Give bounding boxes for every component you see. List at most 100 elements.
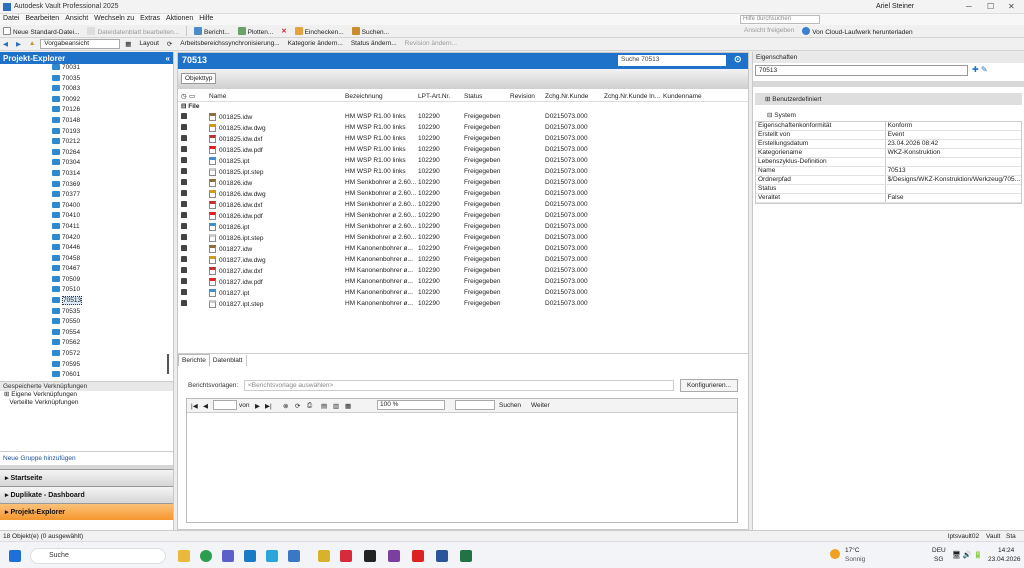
tree-folder[interactable]: 70572	[0, 350, 173, 361]
menu-ansicht[interactable]: Ansicht	[62, 14, 91, 23]
page-setup-icon[interactable]: ▥	[333, 402, 339, 410]
view-release-button[interactable]: Ansicht freigeben	[741, 26, 797, 37]
table-row[interactable]: 001825.idw.pdf HM WSP R1.00 links 102290 Fr…	[178, 144, 748, 155]
properties-target-select[interactable]: 70513	[755, 65, 968, 76]
tree-folder[interactable]: 70304	[0, 159, 173, 170]
user-name[interactable]: Ariel Steiner	[876, 3, 914, 10]
last-page-icon[interactable]: ▶|	[265, 402, 272, 410]
zoom-select[interactable]: 100 %	[377, 400, 445, 410]
menu-datei[interactable]: Datei	[0, 14, 22, 23]
property-row[interactable]: Name 70513	[756, 167, 1021, 176]
col-kunde[interactable]: Kundenname	[663, 93, 723, 100]
checkin-button[interactable]: Einchecken...	[292, 26, 347, 37]
tree-folder[interactable]: 70083	[0, 85, 173, 96]
delete-button[interactable]: ✕	[278, 26, 289, 37]
nav-projekt-explorer[interactable]: ▸ Projekt-Explorer	[0, 503, 173, 520]
menu-extras[interactable]: Extras	[137, 14, 163, 23]
search-button[interactable]: Suchen...	[349, 26, 392, 37]
find-input[interactable]	[455, 400, 495, 410]
property-row[interactable]: Eigenschaftenkonformität Konform	[756, 122, 1021, 131]
col-status[interactable]: Status	[464, 93, 510, 100]
menu-aktionen[interactable]: Aktionen	[163, 14, 196, 23]
acrobat-icon[interactable]	[412, 550, 424, 562]
table-row[interactable]: 001825.idw.dxf HM WSP R1.00 links 102290 Fr…	[178, 133, 748, 144]
outlook-icon[interactable]	[244, 550, 256, 562]
tree-folder[interactable]: 70601	[0, 371, 173, 381]
tree-folder[interactable]: 70031	[0, 64, 173, 75]
clock-time[interactable]: 14:24	[998, 547, 1014, 554]
minimize-icon[interactable]: ─	[966, 2, 972, 11]
tray-icons[interactable]: 🖥 🔊 🔋	[952, 551, 982, 559]
col-name[interactable]: Name	[209, 93, 345, 100]
tree-folder[interactable]: 70411	[0, 222, 173, 234]
tree-folder[interactable]: 70410	[0, 212, 173, 223]
maximize-icon[interactable]: ☐	[987, 2, 994, 11]
property-row[interactable]: Erstellungsdatum 23.04.2026 08:42	[756, 140, 1021, 149]
file-explorer-icon[interactable]	[178, 550, 190, 562]
tree-folder[interactable]: 70369	[0, 180, 173, 192]
tree-folder[interactable]: 70314	[0, 169, 173, 181]
tree-folder[interactable]: 70550	[0, 318, 173, 329]
menu-hilfe[interactable]: Hilfe	[196, 14, 216, 23]
help-search-input[interactable]: Hilfe durchsuchen	[740, 15, 820, 24]
tree-folder[interactable]: 70400	[0, 201, 173, 213]
lang-indicator[interactable]: DEU	[932, 547, 946, 554]
col-zchg-in[interactable]: Zchg.Nr.Kunde In...	[604, 93, 663, 100]
report-button[interactable]: Bericht...	[191, 26, 233, 37]
close-icon[interactable]: ✕	[1008, 2, 1015, 11]
tree-folder[interactable]: 70554	[0, 328, 173, 340]
tab-berichte[interactable]: Berichte	[178, 354, 210, 366]
configure-button[interactable]: Konfigurieren...	[680, 379, 738, 392]
menu-wechseln[interactable]: Wechseln zu	[91, 14, 137, 23]
col-revision[interactable]: Revision	[510, 93, 545, 100]
table-row[interactable]: 001827.ipt HM Kanonenbohrer ø... 102290 Fre…	[178, 287, 748, 298]
prev-page-icon[interactable]: ◀	[203, 402, 208, 410]
tree-folder[interactable]: 70446	[0, 244, 173, 255]
table-row[interactable]: 001826.idw.dxf HM Senkbohrer ø 2.60... 102…	[178, 199, 748, 210]
property-row[interactable]: Lebenszyklus-Definition	[756, 158, 1021, 167]
table-row[interactable]: 001826.ipt HM Senkbohrer ø 2.60... 102290 F…	[178, 221, 748, 232]
table-row[interactable]: 001827.ipt.step HM Kanonenbohrer ø... 1022…	[178, 298, 748, 309]
tree-folder[interactable]: 70509	[0, 275, 173, 287]
table-row[interactable]: 001827.idw HM Kanonenbohrer ø... 102290 Fre…	[178, 243, 748, 254]
objtyp-group-chip[interactable]: Objekttyp	[181, 73, 217, 84]
tree-folder[interactable]: 70562	[0, 339, 173, 350]
edge-icon[interactable]	[266, 550, 278, 562]
status-button[interactable]: Status ändern...	[348, 39, 400, 50]
refresh-report-icon[interactable]: ⟳	[295, 402, 300, 410]
property-row[interactable]: Veraltet False	[756, 194, 1021, 203]
tree-folder[interactable]: 70148	[0, 116, 173, 128]
properties-tools-icon[interactable]: ✚ ✎	[972, 65, 988, 74]
property-row[interactable]: Status	[756, 185, 1021, 194]
export-icon[interactable]: ▦	[345, 402, 351, 410]
refresh-icon[interactable]: ⟳	[164, 39, 175, 50]
tree-folder[interactable]: 70467	[0, 265, 173, 276]
cloud-download-button[interactable]: Von Cloud-Laufwerk herunterladen	[799, 26, 915, 37]
next-page-icon[interactable]: ▶	[255, 402, 260, 410]
stop-icon[interactable]: ⊗	[283, 402, 288, 410]
table-row[interactable]: 001827.idw.pdf HM Kanonenbohrer ø... 10229…	[178, 276, 748, 287]
table-row[interactable]: 001825.idw.dwg HM WSP R1.00 links 102290 Fr…	[178, 122, 748, 133]
teams-icon[interactable]	[222, 550, 234, 562]
tree-folder[interactable]: 70035	[0, 74, 173, 86]
nav-startseite[interactable]: ▸ Startseite	[0, 469, 173, 486]
word-icon[interactable]	[436, 550, 448, 562]
table-row[interactable]: 001827.idw.dwg HM Kanonenbohrer ø... 10229…	[178, 254, 748, 265]
property-row[interactable]: Kategoriename WKZ-Konstruktion	[756, 149, 1021, 158]
back-arrow-icon[interactable]: ◀	[0, 39, 11, 50]
report-template-select[interactable]: <Berichtsvorlage auswählen>	[244, 380, 674, 391]
tree-folder[interactable]: 70212	[0, 138, 173, 149]
table-row[interactable]: 001825.ipt.step HM WSP R1.00 links 102290 F…	[178, 166, 748, 177]
autodesk-icon[interactable]	[340, 550, 352, 562]
view-select[interactable]: Vorgabeansicht	[40, 39, 121, 49]
app-icon-2[interactable]	[318, 550, 330, 562]
print-icon[interactable]: ⎙	[307, 402, 312, 410]
table-row[interactable]: 001827.idw.dxf HM Kanonenbohrer ø... 10229…	[178, 265, 748, 276]
table-row[interactable]: 001826.idw.dwg HM Senkbohrer ø 2.60... 102…	[178, 188, 748, 199]
app-icon-3[interactable]	[388, 550, 400, 562]
tree-folder[interactable]: 70193	[0, 127, 173, 139]
edit-datasheet-button[interactable]: Dateidatenblatt bearbeiten...	[84, 26, 182, 37]
chrome-icon[interactable]	[200, 550, 212, 562]
grid-icon[interactable]: ▦	[122, 39, 134, 50]
system-section[interactable]: ⊟ System	[755, 111, 1022, 119]
